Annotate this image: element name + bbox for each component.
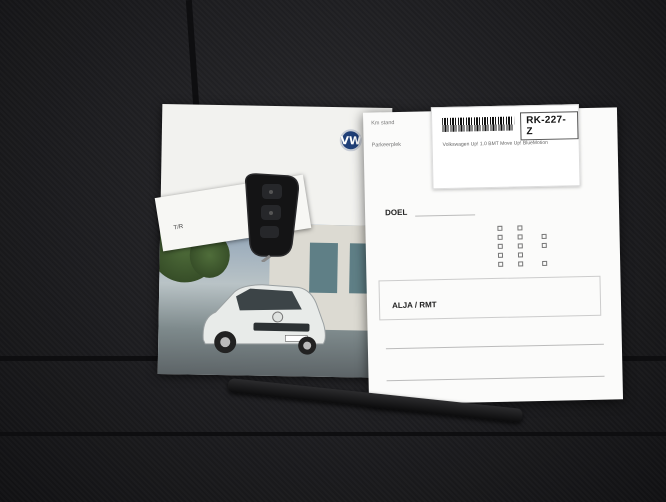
checkbox [517, 252, 524, 258]
divider [386, 375, 605, 382]
vw-logo-icon: VW [339, 129, 362, 152]
checkbox [497, 234, 503, 240]
checkbox [542, 260, 548, 266]
checkbox [518, 261, 524, 267]
checkbox [541, 242, 547, 248]
key-tag-code: T/R [173, 223, 184, 232]
checkbox [497, 243, 503, 249]
barcode [442, 116, 515, 133]
checkbox [517, 243, 523, 249]
checkbox [517, 234, 523, 240]
plate-sticker: RK-227-Z Volkswagen Up! 1.0 BMT Move Up!… [430, 104, 581, 190]
checkbox [517, 225, 523, 231]
doel-heading: DOEL [384, 207, 408, 218]
checkbox [497, 252, 504, 258]
field-label: Km stand [371, 120, 395, 127]
field-label: Parkeerplek [371, 141, 402, 149]
divider [385, 343, 604, 350]
driver-name: ALJA / RMT [391, 300, 437, 311]
car-seat-photo: VW T/R Km stand Parkeerplek RK-227-Z Vol… [0, 0, 666, 502]
checkbox [498, 261, 504, 267]
driver-box: ALJA / RMT [378, 275, 602, 321]
checkbox [497, 225, 503, 231]
checkbox [541, 233, 547, 239]
delivery-checklist: Km stand Parkeerplek RK-227-Z Volkswagen… [362, 104, 624, 405]
sticker-line: Volkswagen Up! 1.0 BMT Move Up! BlueMoti… [442, 139, 548, 149]
car-key-fob [244, 173, 300, 262]
license-plate: RK-227-Z [519, 111, 579, 141]
divider [415, 214, 476, 217]
vw-up-car [202, 284, 326, 355]
seat-seam [0, 432, 666, 436]
